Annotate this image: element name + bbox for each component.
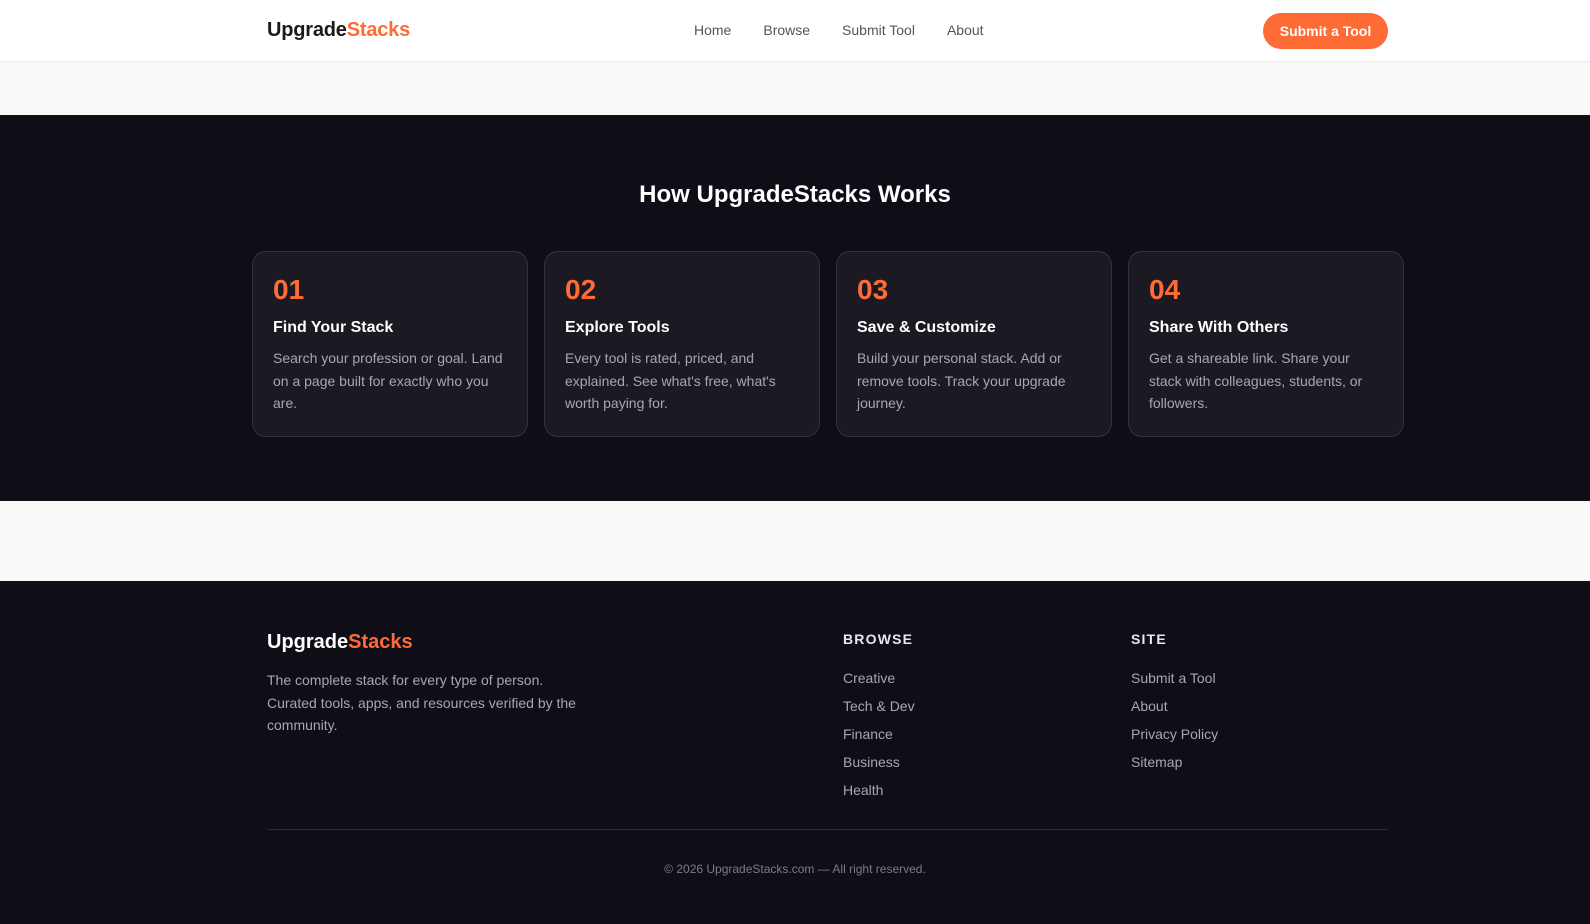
- step-number: 03: [857, 274, 889, 305]
- logo-text-accent: Stacks: [346, 19, 411, 41]
- footer-link-tech-dev[interactable]: Tech & Dev: [843, 692, 915, 720]
- site-logo[interactable]: UpgradeStacks: [267, 19, 410, 42]
- logo-text-main: Upgrade: [267, 19, 347, 41]
- step-card-2: 02 Explore Tools Every tool is rated, pr…: [544, 251, 820, 437]
- footer-link-about[interactable]: About: [1131, 692, 1218, 720]
- step-number: 01: [273, 274, 305, 305]
- nav-submit-tool[interactable]: Submit Tool: [842, 22, 915, 38]
- footer-logo-main: Upgrade: [267, 631, 349, 653]
- how-it-works-title: How UpgradeStacks Works: [639, 181, 951, 208]
- footer-browse-column: BROWSE Creative Tech & Dev Finance Busin…: [843, 631, 915, 804]
- footer-site-title: SITE: [1131, 631, 1167, 647]
- step-title: Save & Customize: [857, 319, 996, 336]
- footer-link-sitemap[interactable]: Sitemap: [1131, 748, 1218, 776]
- step-title: Share With Others: [1149, 319, 1289, 336]
- main-nav: Home Browse Submit Tool About: [694, 22, 984, 38]
- footer-site-column: SITE Submit a Tool About Privacy Policy …: [1131, 631, 1218, 776]
- nav-browse[interactable]: Browse: [763, 22, 810, 38]
- footer-logo[interactable]: UpgradeStacks: [267, 631, 413, 654]
- footer-link-health[interactable]: Health: [843, 776, 915, 804]
- step-card-3: 03 Save & Customize Build your personal …: [836, 251, 1112, 437]
- footer-logo-accent: Stacks: [348, 631, 413, 653]
- submit-tool-button[interactable]: Submit a Tool: [1263, 13, 1388, 49]
- step-description: Every tool is rated, priced, and explain…: [565, 350, 776, 411]
- footer-link-business[interactable]: Business: [843, 748, 915, 776]
- step-card-4: 04 Share With Others Get a shareable lin…: [1128, 251, 1404, 437]
- site-header: UpgradeStacks Home Browse Submit Tool Ab…: [0, 0, 1590, 62]
- step-title: Explore Tools: [565, 319, 670, 336]
- step-title: Find Your Stack: [273, 319, 394, 336]
- step-number: 02: [565, 274, 597, 305]
- how-it-works-section: How UpgradeStacks Works 01 Find Your Sta…: [0, 115, 1590, 501]
- site-footer: UpgradeStacks The complete stack for eve…: [0, 581, 1590, 924]
- footer-browse-title: BROWSE: [843, 631, 914, 647]
- footer-link-creative[interactable]: Creative: [843, 664, 915, 692]
- footer-description: The complete stack for every type of per…: [267, 672, 576, 733]
- footer-link-finance[interactable]: Finance: [843, 720, 915, 748]
- step-description: Build your personal stack. Add or remove…: [857, 350, 1066, 411]
- nav-home[interactable]: Home: [694, 22, 731, 38]
- footer-divider: [267, 829, 1388, 830]
- nav-about[interactable]: About: [947, 22, 984, 38]
- footer-link-privacy-policy[interactable]: Privacy Policy: [1131, 720, 1218, 748]
- copyright-text: © 2026 UpgradeStacks.com — All right res…: [664, 862, 926, 876]
- step-number: 04: [1149, 274, 1181, 305]
- step-card-1: 01 Find Your Stack Search your professio…: [252, 251, 528, 437]
- step-description: Get a shareable link. Share your stack w…: [1149, 350, 1363, 411]
- footer-link-submit-tool[interactable]: Submit a Tool: [1131, 664, 1218, 692]
- step-description: Search your profession or goal. Land on …: [273, 350, 503, 411]
